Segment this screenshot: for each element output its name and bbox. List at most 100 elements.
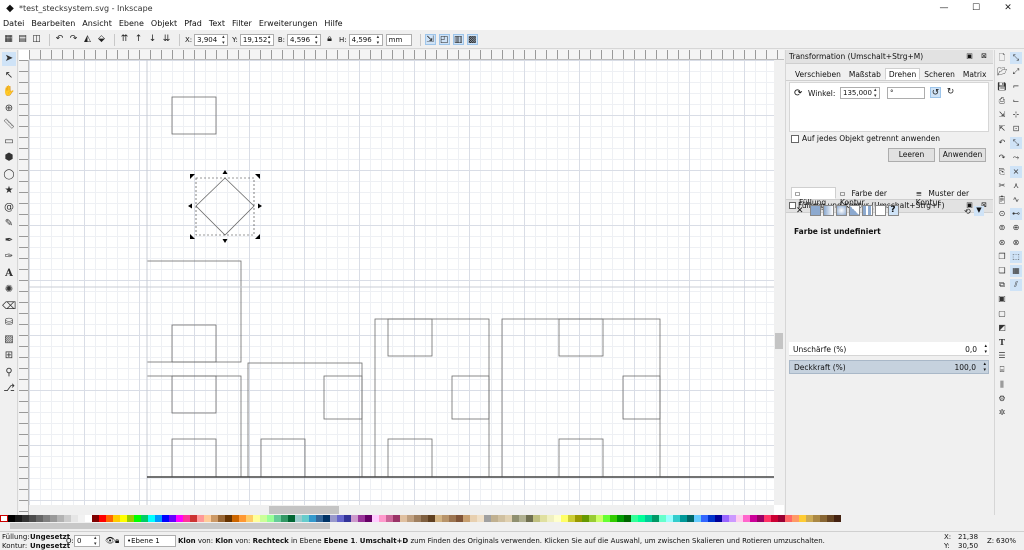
palette-swatch[interactable] — [729, 515, 736, 522]
palette-swatch[interactable] — [561, 515, 568, 522]
palette-swatch[interactable] — [617, 515, 624, 522]
drawing-rect[interactable] — [501, 318, 661, 478]
palette-swatch[interactable] — [743, 515, 750, 522]
menu-ansicht[interactable]: Ansicht — [82, 19, 112, 28]
palette-swatch[interactable] — [736, 515, 743, 522]
transform-patterns-icon[interactable]: ▩ — [466, 34, 478, 45]
copy-icon[interactable]: ⎘ — [996, 166, 1008, 178]
palette-swatch[interactable] — [316, 515, 323, 522]
layer-select[interactable]: •Ebene 1 — [124, 535, 176, 547]
dock-close-icon[interactable]: ▣ ⊠ — [966, 52, 990, 60]
palette-swatch[interactable] — [673, 515, 680, 522]
palette-swatch[interactable] — [694, 515, 701, 522]
palette-swatch[interactable] — [78, 515, 85, 522]
palette-swatch[interactable] — [113, 515, 120, 522]
preferences-icon[interactable]: ✲ — [996, 407, 1008, 419]
palette-swatch[interactable] — [85, 515, 92, 522]
drawing-canvas[interactable] — [29, 60, 774, 505]
transform-gradients-icon[interactable]: ▥ — [452, 34, 464, 45]
rotate-cw-icon[interactable]: ↷ — [68, 34, 79, 45]
palette-swatch[interactable] — [190, 515, 197, 522]
palette-swatch[interactable] — [288, 515, 295, 522]
palette-swatch[interactable] — [715, 515, 722, 522]
palette-swatch[interactable] — [43, 515, 50, 522]
snap-bbox-midpoints-icon[interactable]: ⊹ — [1010, 109, 1022, 121]
palette-swatch[interactable] — [106, 515, 113, 522]
no-color-swatch[interactable] — [0, 515, 8, 522]
snap-bbox-edges-icon[interactable]: ⌐ — [1010, 81, 1022, 93]
gradient-tool-icon[interactable]: ▨ — [2, 333, 16, 347]
palette-swatch[interactable] — [799, 515, 806, 522]
document-properties-icon[interactable]: ⚙ — [996, 393, 1008, 405]
palette-swatch[interactable] — [176, 515, 183, 522]
tab-drehen[interactable]: Drehen — [884, 68, 921, 80]
pencil-tool-icon[interactable]: ✎ — [2, 217, 16, 231]
linear-gradient-icon[interactable] — [822, 205, 834, 216]
snap-nodes-icon[interactable]: ⤡ — [1010, 137, 1022, 150]
zoom-tool-icon[interactable]: ⊕ — [2, 102, 16, 116]
palette-swatch[interactable] — [589, 515, 596, 522]
zoom-page-icon[interactable]: ⊛ — [996, 237, 1008, 249]
mesh-tool-icon[interactable]: ⊞ — [2, 349, 16, 363]
ungroup-icon[interactable]: ▢ — [996, 308, 1008, 320]
palette-swatch[interactable] — [547, 515, 554, 522]
tab-stroke-paint[interactable]: ▫ Farbe der Kontur — [836, 187, 912, 207]
palette-swatch[interactable] — [15, 515, 22, 522]
blur-spin-icon[interactable]: ▴ ▾ — [984, 343, 987, 355]
palette-swatch[interactable] — [827, 515, 834, 522]
duplicate-icon[interactable]: ❐ — [996, 251, 1008, 263]
palette-swatches[interactable] — [0, 515, 841, 522]
palette-swatch[interactable] — [428, 515, 435, 522]
menu-datei[interactable]: Datei — [3, 19, 24, 28]
palette-swatch[interactable] — [820, 515, 827, 522]
spray-tool-icon[interactable]: ✺ — [2, 283, 16, 297]
palette-swatch[interactable] — [526, 515, 533, 522]
transform-dialog-header[interactable]: Transformation (Umschalt+Strg+M) ▣ ⊠ — [786, 50, 993, 64]
palette-swatch[interactable] — [435, 515, 442, 522]
tab-matrix[interactable]: Matrix — [959, 68, 991, 80]
palette-swatch[interactable] — [50, 515, 57, 522]
drawing-rect[interactable] — [171, 96, 217, 135]
palette-swatch[interactable] — [421, 515, 428, 522]
palette-swatch[interactable] — [757, 515, 764, 522]
opacity-input[interactable]: 0 — [74, 535, 100, 547]
swatch-icon[interactable] — [874, 205, 886, 216]
palette-swatch[interactable] — [582, 515, 589, 522]
drawing-rect[interactable] — [323, 375, 363, 420]
palette-swatch[interactable] — [281, 515, 288, 522]
angle-input[interactable]: 135,000 — [840, 87, 880, 99]
drawing-rect[interactable] — [558, 318, 604, 357]
palette-swatch[interactable] — [666, 515, 673, 522]
maximize-button[interactable]: ☐ — [960, 0, 992, 16]
palette-swatch[interactable] — [204, 515, 211, 522]
palette-swatch[interactable] — [218, 515, 225, 522]
fill-rule-nonzero-icon[interactable]: ▼ — [974, 206, 984, 216]
horizontal-ruler[interactable] — [29, 50, 784, 60]
palette-swatch[interactable] — [610, 515, 617, 522]
palette-swatch[interactable] — [708, 515, 715, 522]
palette-swatch[interactable] — [533, 515, 540, 522]
palette-swatch[interactable] — [302, 515, 309, 522]
palette-swatch[interactable] — [141, 515, 148, 522]
drawing-rect[interactable] — [146, 260, 242, 363]
rotate-cw-button-icon[interactable]: ↻ — [945, 87, 956, 98]
palette-swatch[interactable] — [260, 515, 267, 522]
ellipse-tool-icon[interactable]: ◯ — [2, 168, 16, 182]
separate-objects-checkbox[interactable] — [791, 134, 799, 143]
palette-swatch[interactable] — [785, 515, 792, 522]
tab-fill[interactable]: ▫ Füllung — [791, 187, 836, 207]
xml-editor-icon[interactable]: ⌸ — [996, 364, 1008, 376]
flip-vertical-icon[interactable]: ⬙ — [96, 34, 107, 45]
palette-swatch[interactable] — [652, 515, 659, 522]
snap-midpoints-icon[interactable]: ⊷ — [1010, 208, 1022, 221]
palette-swatch[interactable] — [603, 515, 610, 522]
selector-tool-icon[interactable]: ➤ — [2, 52, 16, 66]
palette-swatch[interactable] — [309, 515, 316, 522]
y-input[interactable]: 19,152 — [239, 33, 274, 46]
palette-swatch[interactable] — [624, 515, 631, 522]
palette-swatch[interactable] — [239, 515, 246, 522]
snap-intersections-icon[interactable]: ⨯ — [1010, 165, 1022, 178]
clone-icon[interactable]: ❏ — [996, 265, 1008, 277]
import-icon[interactable]: ⇲ — [996, 109, 1008, 121]
no-paint-icon[interactable]: ✕ — [796, 206, 804, 216]
